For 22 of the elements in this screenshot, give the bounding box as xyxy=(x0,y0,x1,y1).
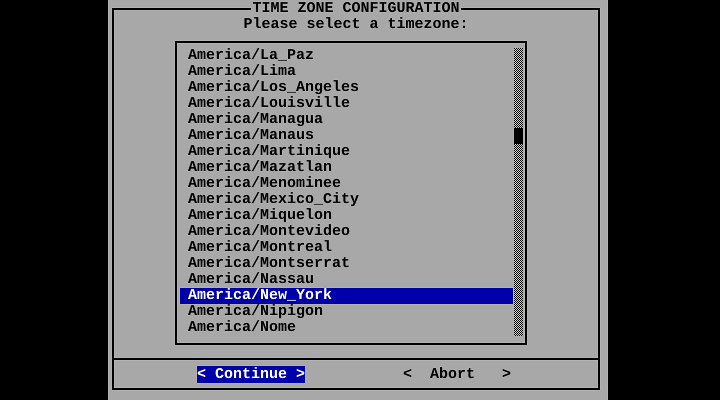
list-item[interactable]: America/Montevideo xyxy=(180,224,513,240)
list-item[interactable]: America/Martinique xyxy=(180,144,513,160)
list-item[interactable]: America/Louisville xyxy=(180,96,513,112)
list-item[interactable]: America/Montserrat xyxy=(180,256,513,272)
list-item[interactable]: America/Manaus xyxy=(180,128,513,144)
list-item[interactable]: America/Montreal xyxy=(180,240,513,256)
list-item[interactable]: America/La_Paz xyxy=(180,48,513,64)
list-item[interactable]: America/Lima xyxy=(180,64,513,80)
list-item[interactable]: America/Mexico_City xyxy=(180,192,513,208)
list-item[interactable]: America/Nome xyxy=(180,320,513,336)
scrollbar[interactable] xyxy=(514,48,523,336)
list-item[interactable]: America/Managua xyxy=(180,112,513,128)
list-item[interactable]: America/Nipigon xyxy=(180,304,513,320)
list-item[interactable]: America/Menominee xyxy=(180,176,513,192)
dialog-button[interactable]: < Abort > xyxy=(403,366,512,383)
list-item[interactable]: America/Los_Angeles xyxy=(180,80,513,96)
list-item[interactable]: America/Mazatlan xyxy=(180,160,513,176)
list-item[interactable]: America/Nassau xyxy=(180,272,513,288)
dialog-button[interactable]: < Continue > xyxy=(197,366,306,383)
list-item[interactable]: America/New_York xyxy=(180,288,513,304)
prompt-text: Please select a timezone: xyxy=(243,17,469,33)
list-item[interactable]: America/Miquelon xyxy=(180,208,513,224)
